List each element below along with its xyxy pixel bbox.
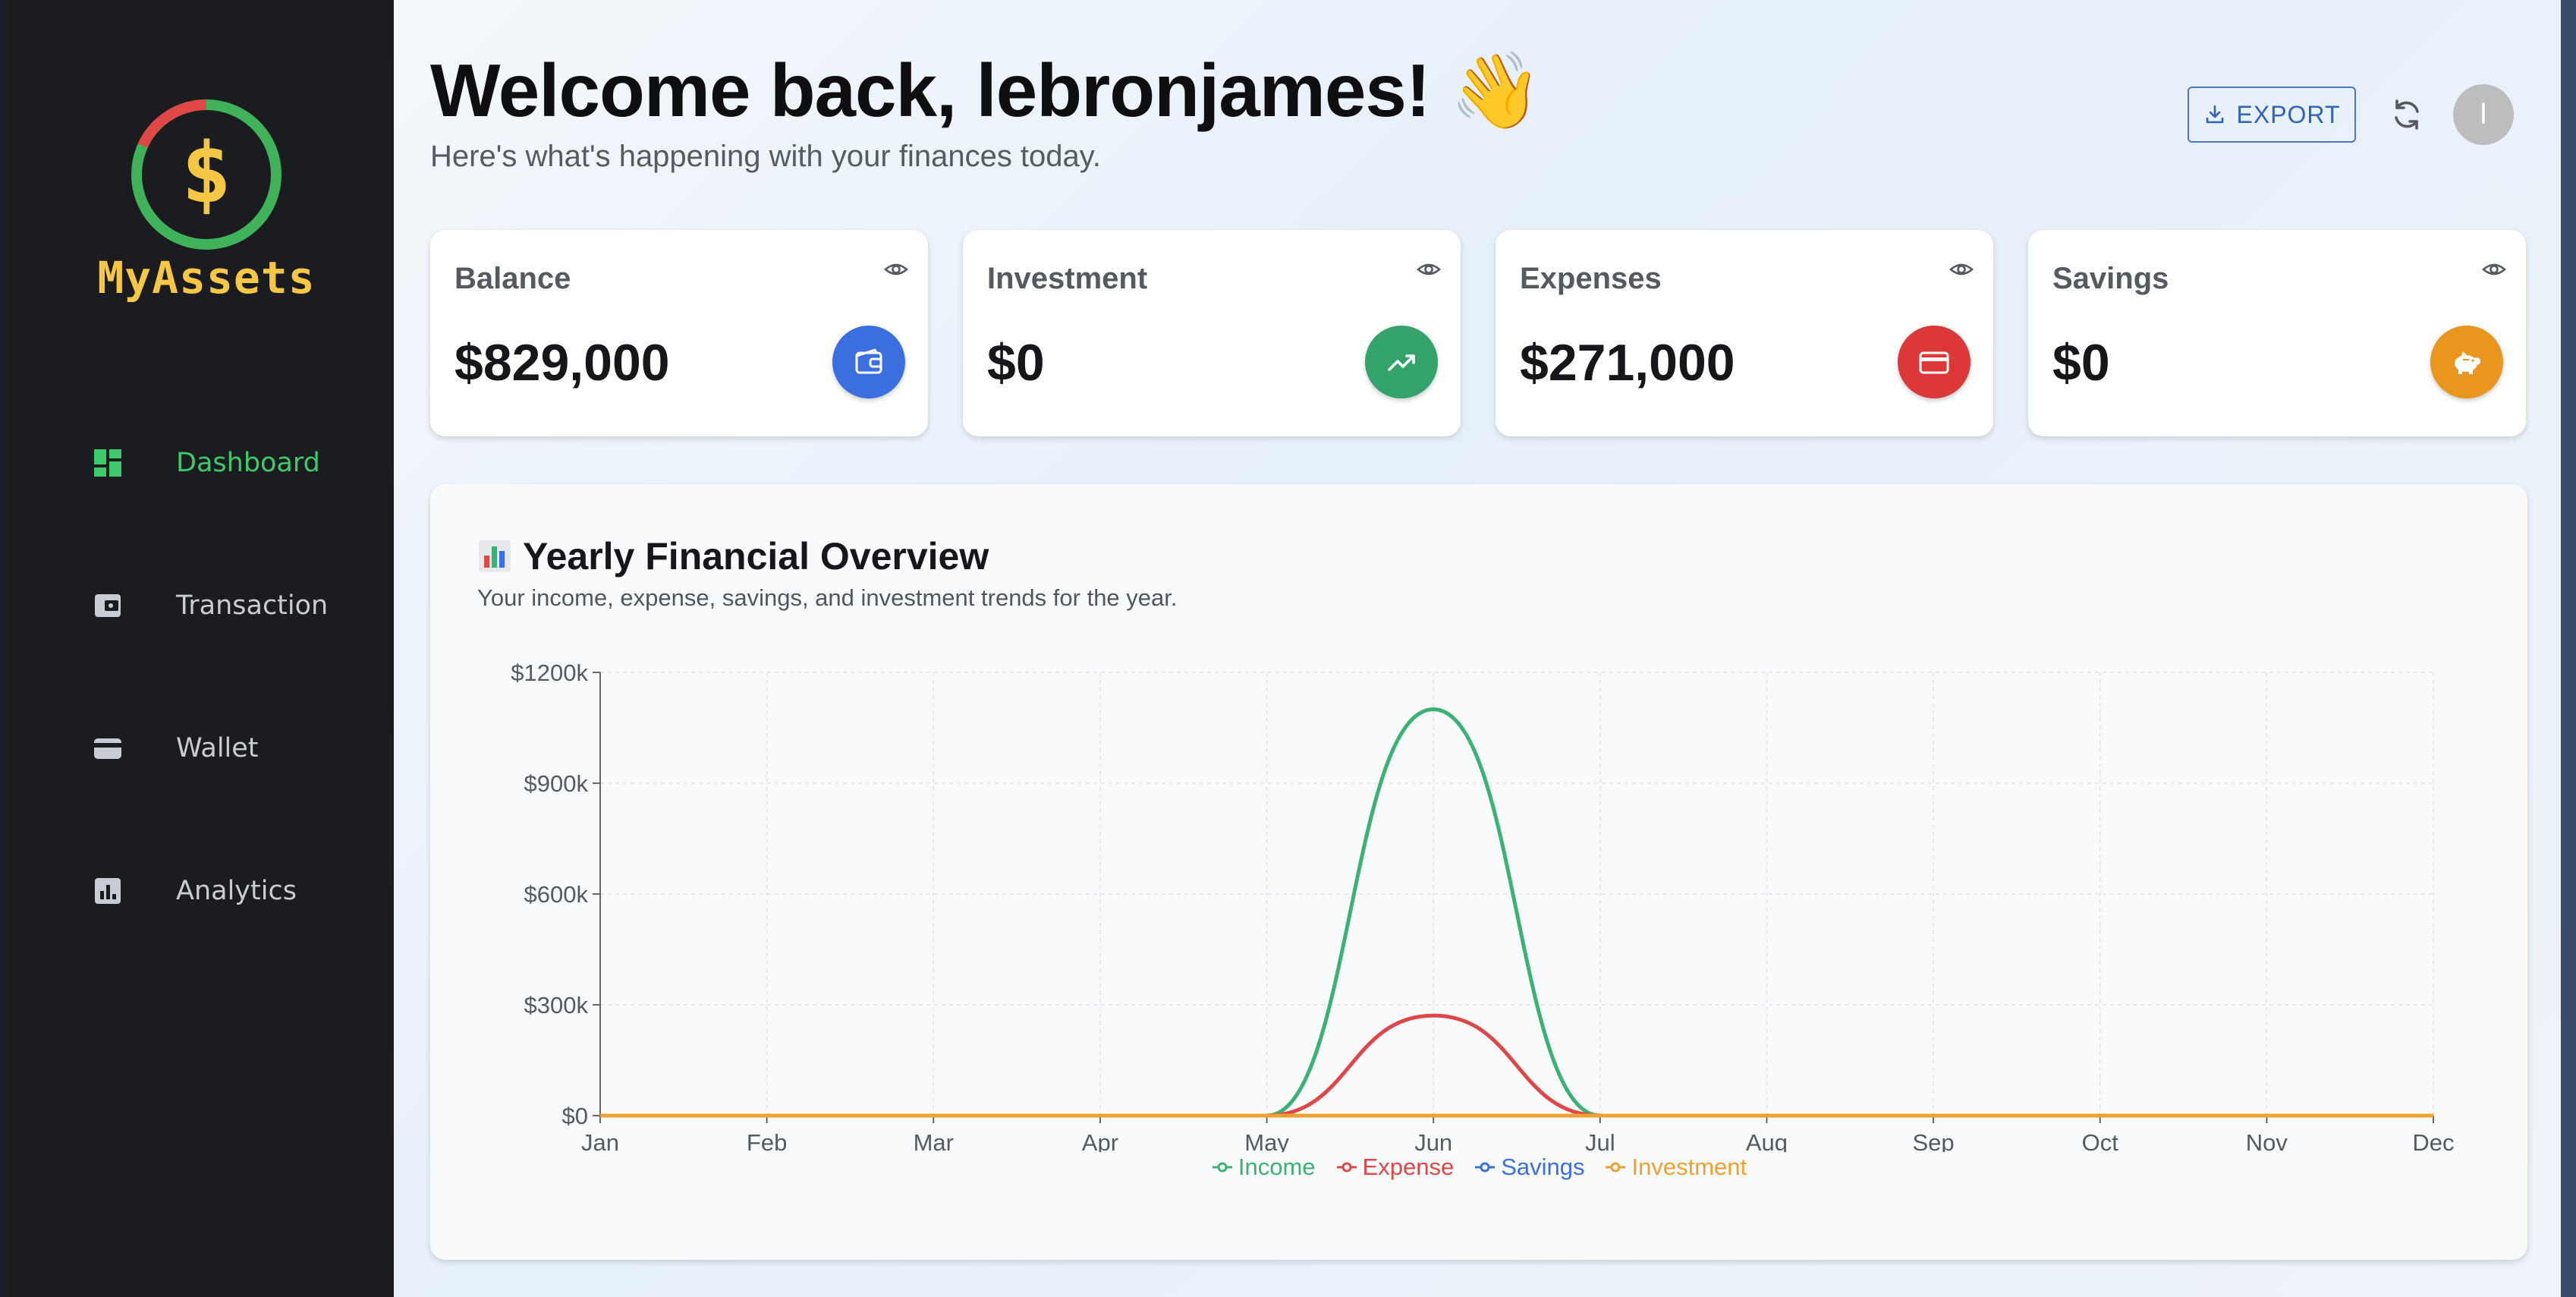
- legend-label: Savings: [1501, 1154, 1585, 1180]
- legend-label: Expense: [1362, 1154, 1455, 1180]
- export-label: EXPORT: [2236, 100, 2341, 128]
- piggy-bank-icon: [2430, 326, 2503, 398]
- eye-icon[interactable]: [884, 257, 908, 282]
- x-tick-label: Apr: [1082, 1129, 1118, 1152]
- app-logo[interactable]: $ MyAssets: [93, 93, 320, 313]
- line-chart: $0 $300k $600k $900k $1200k Jan Feb Mar Apr May Ju…: [511, 660, 2454, 1152]
- legend-item-expense[interactable]: Expense: [1335, 1154, 1455, 1181]
- refresh-icon: [2395, 99, 2419, 130]
- sidebar-item-wallet[interactable]: Wallet: [91, 718, 364, 779]
- x-tick-label: Sep: [1913, 1129, 1955, 1152]
- logo-symbol: $: [181, 124, 231, 222]
- analytics-icon: [91, 874, 124, 908]
- legend-item-savings[interactable]: Savings: [1474, 1154, 1584, 1181]
- card-title: Investment: [987, 262, 1148, 295]
- avatar[interactable]: l: [2453, 84, 2514, 145]
- x-tick-label: Jul: [1585, 1129, 1615, 1152]
- wallet-card-icon: [91, 589, 124, 622]
- trending-up-icon: [1365, 326, 1438, 398]
- card-title: Balance: [454, 262, 571, 295]
- legend-label: Investment: [1631, 1154, 1747, 1180]
- x-tick-label: May: [1244, 1129, 1289, 1152]
- eye-icon[interactable]: [1417, 257, 1441, 282]
- page-subtitle: Here's what's happening with your financ…: [430, 140, 1101, 173]
- series-line-expense: [599, 1013, 2433, 1118]
- y-tick-label: $1200k: [511, 660, 588, 686]
- download-icon: [2206, 105, 2223, 124]
- legend-item-income[interactable]: Income: [1211, 1154, 1316, 1181]
- sidebar-item-label: Analytics: [176, 876, 297, 906]
- stat-card-balance: Balance $829,000: [430, 230, 928, 436]
- stat-card-investment: Investment $0: [963, 230, 1461, 436]
- eye-icon[interactable]: [2482, 257, 2506, 282]
- y-tick-label: $900k: [524, 770, 589, 797]
- sidebar-item-transaction[interactable]: Transaction: [91, 575, 364, 636]
- wallet-icon: [91, 732, 124, 765]
- card-title: Savings: [2052, 262, 2169, 295]
- main-content: Welcome back, lebronjames! 👋 Here's what…: [394, 0, 2561, 1297]
- x-tick-label: Jan: [581, 1129, 619, 1152]
- legend-item-investment[interactable]: Investment: [1604, 1154, 1747, 1181]
- series-line-income: [599, 707, 2433, 1118]
- export-button[interactable]: EXPORT: [2188, 87, 2356, 143]
- card-value: $0: [2052, 334, 2110, 392]
- app-name: MyAssets: [97, 252, 316, 304]
- x-tick-label: Nov: [2246, 1129, 2288, 1152]
- legend-marker-icon: [1606, 1162, 1626, 1173]
- refresh-button[interactable]: [2383, 91, 2430, 138]
- sidebar-item-label: Dashboard: [176, 448, 320, 478]
- stat-card-expenses: Expenses $271,000: [1496, 230, 1993, 436]
- dashboard-icon: [91, 446, 124, 480]
- legend-label: Income: [1238, 1154, 1316, 1180]
- window-edge: [2561, 0, 2576, 1297]
- sidebar: $ MyAssets Dashboard Transaction Wallet …: [8, 0, 394, 1297]
- credit-card-icon: [1898, 326, 1971, 398]
- legend-marker-icon: [1336, 1162, 1357, 1173]
- yearly-overview-card: Yearly Financial Overview Your income, e…: [430, 484, 2527, 1260]
- x-tick-label: Dec: [2412, 1129, 2454, 1152]
- sidebar-item-analytics[interactable]: Analytics: [91, 861, 364, 921]
- legend-marker-icon: [1475, 1162, 1496, 1173]
- logo-icon: $: [131, 99, 282, 250]
- wallet-icon: [832, 326, 905, 398]
- card-title: Expenses: [1520, 262, 1662, 295]
- x-tick-label: Aug: [1746, 1129, 1788, 1152]
- sidebar-item-label: Transaction: [176, 590, 329, 621]
- chart-legend: Income Expense Savings Investment: [430, 1154, 2527, 1181]
- card-value: $271,000: [1520, 334, 1735, 392]
- legend-marker-icon: [1212, 1162, 1232, 1173]
- sidebar-item-label: Wallet: [176, 733, 259, 763]
- eye-icon[interactable]: [1949, 257, 1974, 282]
- x-tick-label: Oct: [2082, 1129, 2119, 1152]
- x-tick-label: Jun: [1414, 1129, 1452, 1152]
- y-tick-label: $600k: [524, 881, 589, 908]
- sidebar-item-dashboard[interactable]: Dashboard: [91, 433, 364, 493]
- x-tick-label: Feb: [747, 1129, 787, 1152]
- stat-card-savings: Savings $0: [2028, 230, 2526, 436]
- x-tick-label: Mar: [914, 1129, 954, 1152]
- y-tick-label: $0: [562, 1103, 588, 1129]
- page-title: Welcome back, lebronjames! 👋: [430, 49, 1543, 132]
- card-value: $0: [987, 334, 1045, 392]
- card-value: $829,000: [454, 334, 670, 392]
- y-tick-label: $300k: [524, 992, 589, 1018]
